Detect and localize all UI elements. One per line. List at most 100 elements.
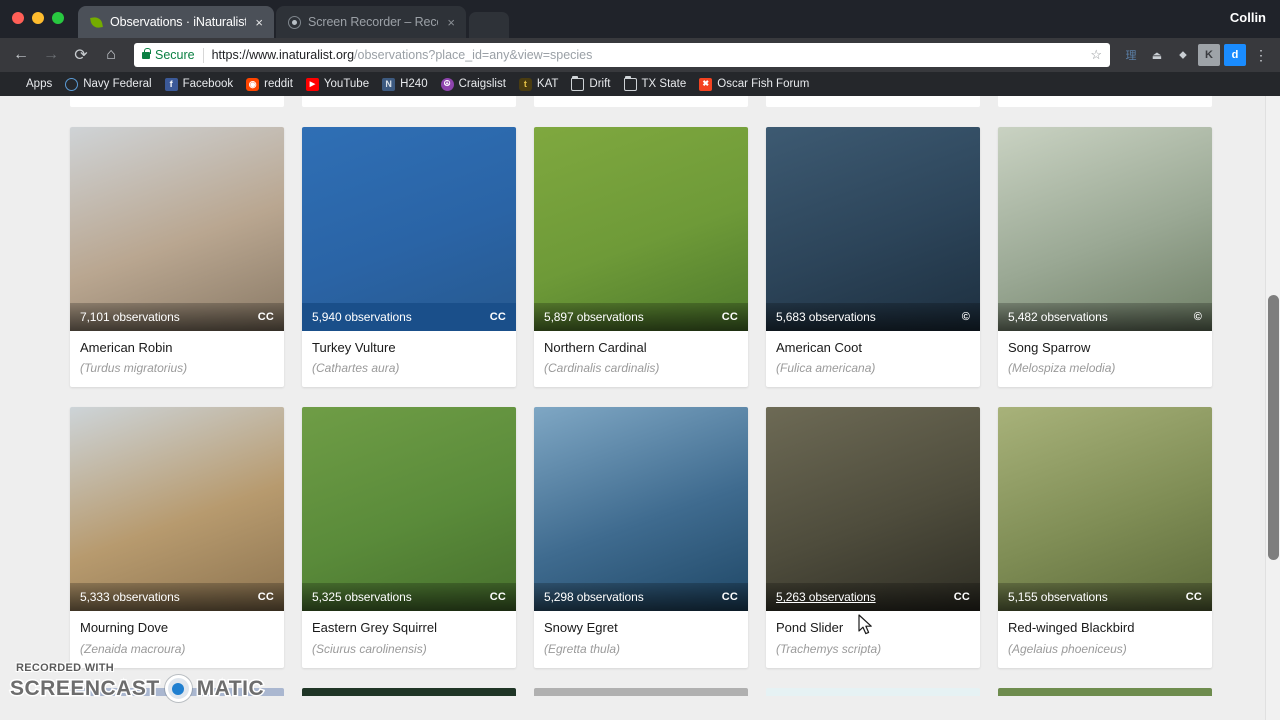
new-tab-button[interactable] bbox=[469, 12, 509, 38]
grid-extension-icon[interactable]: 理 bbox=[1120, 44, 1142, 66]
bookmark-youtube[interactable]: ▶ YouTube bbox=[305, 77, 369, 91]
back-button[interactable]: ← bbox=[8, 42, 34, 68]
species-photo[interactable]: 7,101 observations CC bbox=[70, 127, 284, 331]
observation-count[interactable]: 5,333 observations bbox=[80, 590, 180, 604]
globe-icon bbox=[65, 77, 79, 91]
card-partial-bottom[interactable] bbox=[998, 687, 1212, 696]
species-photo-image bbox=[70, 127, 284, 331]
species-common-name[interactable]: Mourning Dove bbox=[80, 620, 274, 636]
download-extension-icon[interactable]: ⏏ bbox=[1146, 44, 1168, 66]
species-card[interactable]: 5,298 observations CC Snowy Egret (Egretta … bbox=[534, 407, 748, 668]
observation-count[interactable]: 5,325 observations bbox=[312, 590, 412, 604]
scrollbar-thumb[interactable] bbox=[1268, 295, 1279, 560]
tab-screen-recorder[interactable]: Screen Recorder – Record you × bbox=[276, 6, 466, 38]
observation-count[interactable]: 5,482 observations bbox=[1008, 310, 1108, 324]
page-scrollbar[interactable] bbox=[1265, 96, 1280, 720]
browser-toolbar: ← → ⟳ ⌂ Secure https://www.inaturalist.o… bbox=[0, 38, 1280, 72]
bookmark-apps[interactable]: Apps bbox=[8, 78, 52, 91]
species-common-name[interactable]: American Coot bbox=[776, 340, 970, 356]
species-card[interactable]: 5,333 observations CC Mourning Dove (Zenaid… bbox=[70, 407, 284, 668]
card-partial-bottom[interactable] bbox=[766, 687, 980, 696]
species-photo[interactable]: 5,263 observations CC bbox=[766, 407, 980, 612]
creative-commons-icon: CC bbox=[721, 311, 738, 323]
bookmark-reddit[interactable]: ◉ reddit bbox=[246, 77, 293, 91]
species-card-body: Song Sparrow (Melospiza melodia) bbox=[998, 331, 1212, 387]
species-card-body: Snowy Egret (Egretta thula) bbox=[534, 611, 748, 667]
species-card[interactable]: 7,101 observations CC American Robin (Turdu… bbox=[70, 127, 284, 388]
close-window-button[interactable] bbox=[12, 12, 24, 24]
bookmark-label: KAT bbox=[536, 78, 559, 90]
species-common-name[interactable]: Red-winged Blackbird bbox=[1008, 620, 1202, 636]
card-partial-bottom[interactable] bbox=[70, 687, 284, 696]
species-card-body: Eastern Grey Squirrel (Sciurus carolinens… bbox=[302, 611, 516, 667]
url-scheme: https://www. bbox=[211, 48, 279, 62]
species-photo[interactable]: 5,482 observations © bbox=[998, 127, 1212, 331]
species-scientific-name: (Fulica americana) bbox=[776, 361, 876, 376]
close-icon[interactable]: × bbox=[253, 16, 265, 29]
species-common-name[interactable]: Snowy Egret bbox=[544, 620, 738, 636]
observation-count[interactable]: 5,155 observations bbox=[1008, 590, 1108, 604]
observation-count[interactable]: 5,298 observations bbox=[544, 590, 644, 604]
bookmark-label: Facebook bbox=[182, 78, 234, 90]
observation-count[interactable]: 5,897 observations bbox=[544, 310, 644, 324]
species-card[interactable]: 5,683 observations © American Coot (Fulica … bbox=[766, 127, 980, 388]
species-scientific-name: (Cardinalis cardinalis) bbox=[544, 361, 660, 376]
species-card-body: Red-winged Blackbird (Agelaius phoeniceus… bbox=[998, 611, 1212, 667]
observation-count[interactable]: 5,940 observations bbox=[312, 310, 412, 324]
copyright-icon: © bbox=[961, 311, 970, 323]
bookmark-craigslist[interactable]: ☮ Craigslist bbox=[440, 77, 506, 91]
species-photo[interactable]: 5,940 observations CC bbox=[302, 127, 516, 331]
species-card-body: Northern Cardinal (Cardinalis cardinalis) bbox=[534, 331, 748, 387]
d-extension-icon[interactable]: d bbox=[1224, 44, 1246, 66]
drop-extension-icon[interactable]: ⬥ bbox=[1172, 44, 1194, 66]
bookmark-kat[interactable]: t KAT bbox=[518, 77, 559, 91]
bookmark-oscar-fish-forum[interactable]: ✖ Oscar Fish Forum bbox=[699, 77, 809, 91]
bookmark-tx-state[interactable]: TX State bbox=[623, 76, 687, 91]
forward-button[interactable]: → bbox=[38, 42, 64, 68]
species-common-name[interactable]: American Robin bbox=[80, 340, 274, 356]
species-photo[interactable]: 5,683 observations © bbox=[766, 127, 980, 331]
observation-count[interactable]: 5,263 observations bbox=[776, 590, 876, 604]
species-photo[interactable]: 5,298 observations CC bbox=[534, 407, 748, 612]
observation-count[interactable]: 7,101 observations bbox=[80, 310, 180, 324]
address-bar[interactable]: Secure https://www.inaturalist.org/obser… bbox=[134, 43, 1110, 67]
browser-menu-icon[interactable]: ⋮ bbox=[1250, 44, 1272, 66]
species-scientific-name: (Melospiza melodia) bbox=[1008, 361, 1116, 376]
bookmark-facebook[interactable]: f Facebook bbox=[164, 77, 234, 91]
species-common-name[interactable]: Eastern Grey Squirrel bbox=[312, 620, 506, 636]
maximize-window-button[interactable] bbox=[52, 12, 64, 24]
bookmark-navy-federal[interactable]: Navy Federal bbox=[65, 77, 152, 91]
species-card[interactable]: 5,482 observations © Song Sparrow (Melospiz… bbox=[998, 127, 1212, 388]
species-photo[interactable]: 5,897 observations CC bbox=[534, 127, 748, 331]
tab-title: Observations · iNaturalist.org bbox=[110, 15, 247, 29]
bookmark-h240[interactable]: N H240 bbox=[382, 77, 428, 91]
species-card[interactable]: 5,325 observations CC Eastern Grey Squirre… bbox=[302, 407, 516, 668]
species-common-name[interactable]: Turkey Vulture bbox=[312, 340, 506, 356]
bookmark-label: TX State bbox=[641, 78, 687, 90]
browser-titlebar: Observations · iNaturalist.org × Screen … bbox=[0, 0, 1280, 38]
window-controls bbox=[12, 12, 64, 24]
home-button[interactable]: ⌂ bbox=[98, 42, 124, 68]
bookmark-star-icon[interactable]: ☆ bbox=[1090, 47, 1102, 63]
user-profile-label[interactable]: Collin bbox=[1230, 10, 1266, 25]
species-card[interactable]: 5,897 observations CC Northern Cardinal (Ca… bbox=[534, 127, 748, 388]
species-card-body: American Coot (Fulica americana) bbox=[766, 331, 980, 387]
species-card[interactable]: 5,940 observations CC Turkey Vulture (Catha… bbox=[302, 127, 516, 388]
species-photo[interactable]: 5,325 observations CC bbox=[302, 407, 516, 612]
species-common-name[interactable]: Northern Cardinal bbox=[544, 340, 738, 356]
species-card[interactable]: 5,155 observations CC Red-winged Blackbird… bbox=[998, 407, 1212, 668]
observation-bar: 5,298 observations CC bbox=[534, 583, 748, 612]
card-partial-bottom[interactable] bbox=[302, 687, 516, 696]
k-extension-icon[interactable]: K bbox=[1198, 44, 1220, 66]
bookmark-drift[interactable]: Drift bbox=[571, 76, 611, 91]
card-partial-bottom[interactable] bbox=[534, 687, 748, 696]
tab-observations[interactable]: Observations · iNaturalist.org × bbox=[78, 6, 274, 38]
species-common-name[interactable]: Song Sparrow bbox=[1008, 340, 1202, 356]
reload-button[interactable]: ⟳ bbox=[68, 42, 94, 68]
species-photo[interactable]: 5,155 observations CC bbox=[998, 407, 1212, 612]
creative-commons-icon: CC bbox=[953, 591, 970, 604]
observation-count[interactable]: 5,683 observations bbox=[776, 310, 876, 324]
minimize-window-button[interactable] bbox=[32, 12, 44, 24]
close-icon[interactable]: × bbox=[445, 16, 457, 29]
species-photo[interactable]: 5,333 observations CC bbox=[70, 407, 284, 612]
